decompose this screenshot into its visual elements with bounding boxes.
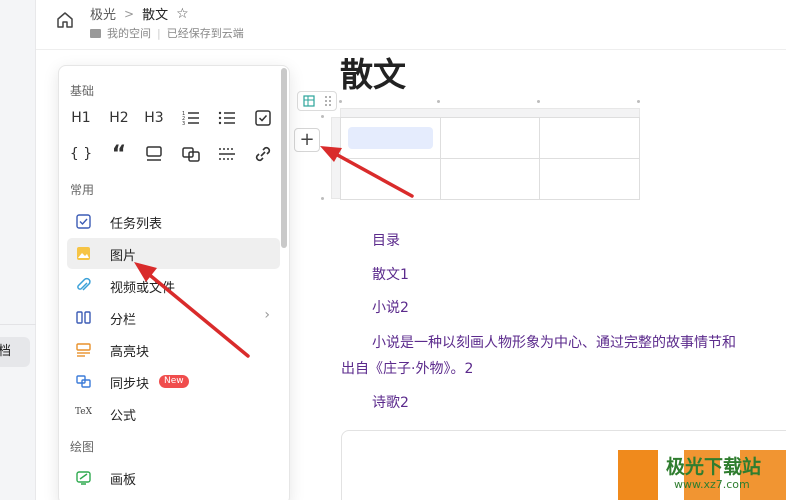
folder-icon bbox=[90, 28, 101, 38]
space-label[interactable]: 我的空间 bbox=[107, 25, 151, 41]
menu-item-formula[interactable]: TeX 公式 bbox=[67, 398, 280, 429]
paragraph[interactable]: 小说2 bbox=[372, 297, 409, 317]
menu-item-whiteboard[interactable]: 画板 bbox=[67, 462, 280, 493]
heading-1-button[interactable]: H1 bbox=[69, 106, 93, 130]
checkbox-icon[interactable] bbox=[251, 106, 275, 130]
menu-item-label: 视频或文件 bbox=[110, 281, 176, 296]
table-column-bar[interactable] bbox=[340, 108, 640, 117]
menu-item-label: 任务列表 bbox=[110, 217, 163, 232]
table-row-bar[interactable] bbox=[331, 117, 340, 199]
table-cell[interactable] bbox=[539, 158, 640, 200]
ordered-list-icon[interactable]: 123 bbox=[179, 106, 203, 130]
attachment-icon bbox=[77, 277, 91, 291]
quote-button[interactable]: “ bbox=[107, 142, 131, 167]
handle-dot bbox=[437, 100, 440, 103]
home-icon[interactable] bbox=[56, 11, 74, 29]
menu-scrollbar[interactable] bbox=[281, 68, 287, 248]
menu-item-label: 画板 bbox=[110, 473, 137, 488]
svg-text:3: 3 bbox=[182, 121, 185, 127]
table-cell[interactable] bbox=[439, 117, 541, 159]
menu-item-label: 高亮块 bbox=[110, 345, 150, 360]
document-header: 极光 > 散文 ☆ 我的空间 | 已经保存到云端 bbox=[36, 0, 786, 50]
heading-2-button[interactable]: H2 bbox=[107, 106, 131, 130]
table-toolbar[interactable] bbox=[297, 91, 337, 111]
chevron-right-icon: › bbox=[264, 307, 270, 323]
table-icon[interactable] bbox=[302, 95, 315, 107]
watermark-url: www.xz7.com bbox=[674, 478, 750, 491]
paragraph[interactable]: 出自《庄子·外物》。2 bbox=[341, 358, 473, 378]
menu-item-video-file[interactable]: 视频或文件 bbox=[67, 270, 280, 301]
divider-icon[interactable] bbox=[215, 142, 239, 166]
task-list-icon bbox=[76, 214, 91, 229]
meta-divider: | bbox=[157, 26, 161, 40]
page-title[interactable]: 散文 bbox=[340, 48, 406, 96]
highlight-block-icon bbox=[76, 343, 91, 357]
menu-item-image[interactable]: 图片 bbox=[67, 238, 280, 269]
breadcrumb-item-root[interactable]: 极光 bbox=[90, 4, 116, 23]
columns-icon bbox=[76, 311, 91, 324]
section-basic: 基础 bbox=[70, 84, 95, 98]
app-sidebar: 档 bbox=[0, 0, 36, 500]
add-block-button[interactable]: + bbox=[294, 128, 320, 152]
image-icon bbox=[77, 247, 90, 260]
chevron-right-icon: > bbox=[124, 6, 135, 21]
sync-block-icon bbox=[76, 375, 91, 388]
new-badge: New bbox=[159, 375, 189, 388]
menu-item-columns[interactable]: 分栏 › bbox=[67, 302, 280, 333]
menu-item-label: 图片 bbox=[110, 249, 137, 264]
callout-icon[interactable] bbox=[142, 142, 166, 166]
menu-item-task-list[interactable]: 任务列表 bbox=[67, 206, 280, 237]
heading-3-button[interactable]: H3 bbox=[142, 106, 166, 130]
handle-dot bbox=[321, 197, 324, 200]
selected-cell[interactable] bbox=[348, 127, 433, 149]
paragraph[interactable]: 小说是一种以刻画人物形象为中心、通过完整的故事情节和 bbox=[372, 332, 736, 352]
table-cell[interactable] bbox=[539, 117, 640, 159]
menu-item-highlight-block[interactable]: 高亮块 bbox=[67, 334, 280, 365]
watermark-text: 极光下载站 bbox=[666, 456, 762, 478]
watermark-logo bbox=[618, 450, 658, 500]
doc-meta: 我的空间 | 已经保存到云端 bbox=[90, 25, 244, 41]
paragraph[interactable]: 散文1 bbox=[372, 264, 409, 284]
menu-item-sync-block[interactable]: 同步块 New bbox=[67, 366, 280, 397]
link-icon[interactable] bbox=[251, 142, 275, 166]
menu-item-label: 公式 bbox=[110, 409, 137, 424]
sidebar-divider bbox=[0, 324, 36, 325]
table-cell[interactable] bbox=[340, 158, 441, 200]
paragraph[interactable]: 诗歌2 bbox=[372, 392, 409, 412]
save-status: 已经保存到云端 bbox=[166, 27, 244, 40]
sidebar-item-document[interactable]: 档 bbox=[0, 337, 30, 367]
handle-dot bbox=[537, 100, 540, 103]
watermark: 极光下载站 www.xz7.com bbox=[618, 450, 786, 500]
breadcrumb-item-current[interactable]: 散文 bbox=[142, 4, 168, 23]
menu-item-label: 同步块 bbox=[110, 377, 150, 392]
menu-item-label: 分栏 bbox=[110, 313, 137, 328]
star-icon[interactable]: ☆ bbox=[176, 6, 189, 22]
breadcrumb: 极光 > 散文 ☆ bbox=[90, 4, 189, 24]
sync-icon[interactable] bbox=[179, 142, 203, 166]
paragraph[interactable]: 目录 bbox=[372, 230, 400, 250]
bullet-list-icon[interactable] bbox=[215, 106, 239, 130]
handle-dot bbox=[321, 115, 324, 118]
table-cell[interactable] bbox=[439, 158, 541, 200]
whiteboard-icon bbox=[76, 471, 91, 485]
formula-icon: TeX bbox=[75, 407, 93, 417]
drag-handle-icon[interactable] bbox=[324, 95, 332, 107]
section-common: 常用 bbox=[70, 183, 95, 197]
handle-dot bbox=[637, 100, 640, 103]
insert-block-menu: 基础 H1 H2 H3 123 { } “ 常用 任务列表 图片 视频或文件 分… bbox=[58, 65, 290, 500]
handle-dot bbox=[339, 100, 342, 103]
code-block-button[interactable]: { } bbox=[69, 142, 93, 166]
section-drawing: 绘图 bbox=[70, 440, 95, 454]
